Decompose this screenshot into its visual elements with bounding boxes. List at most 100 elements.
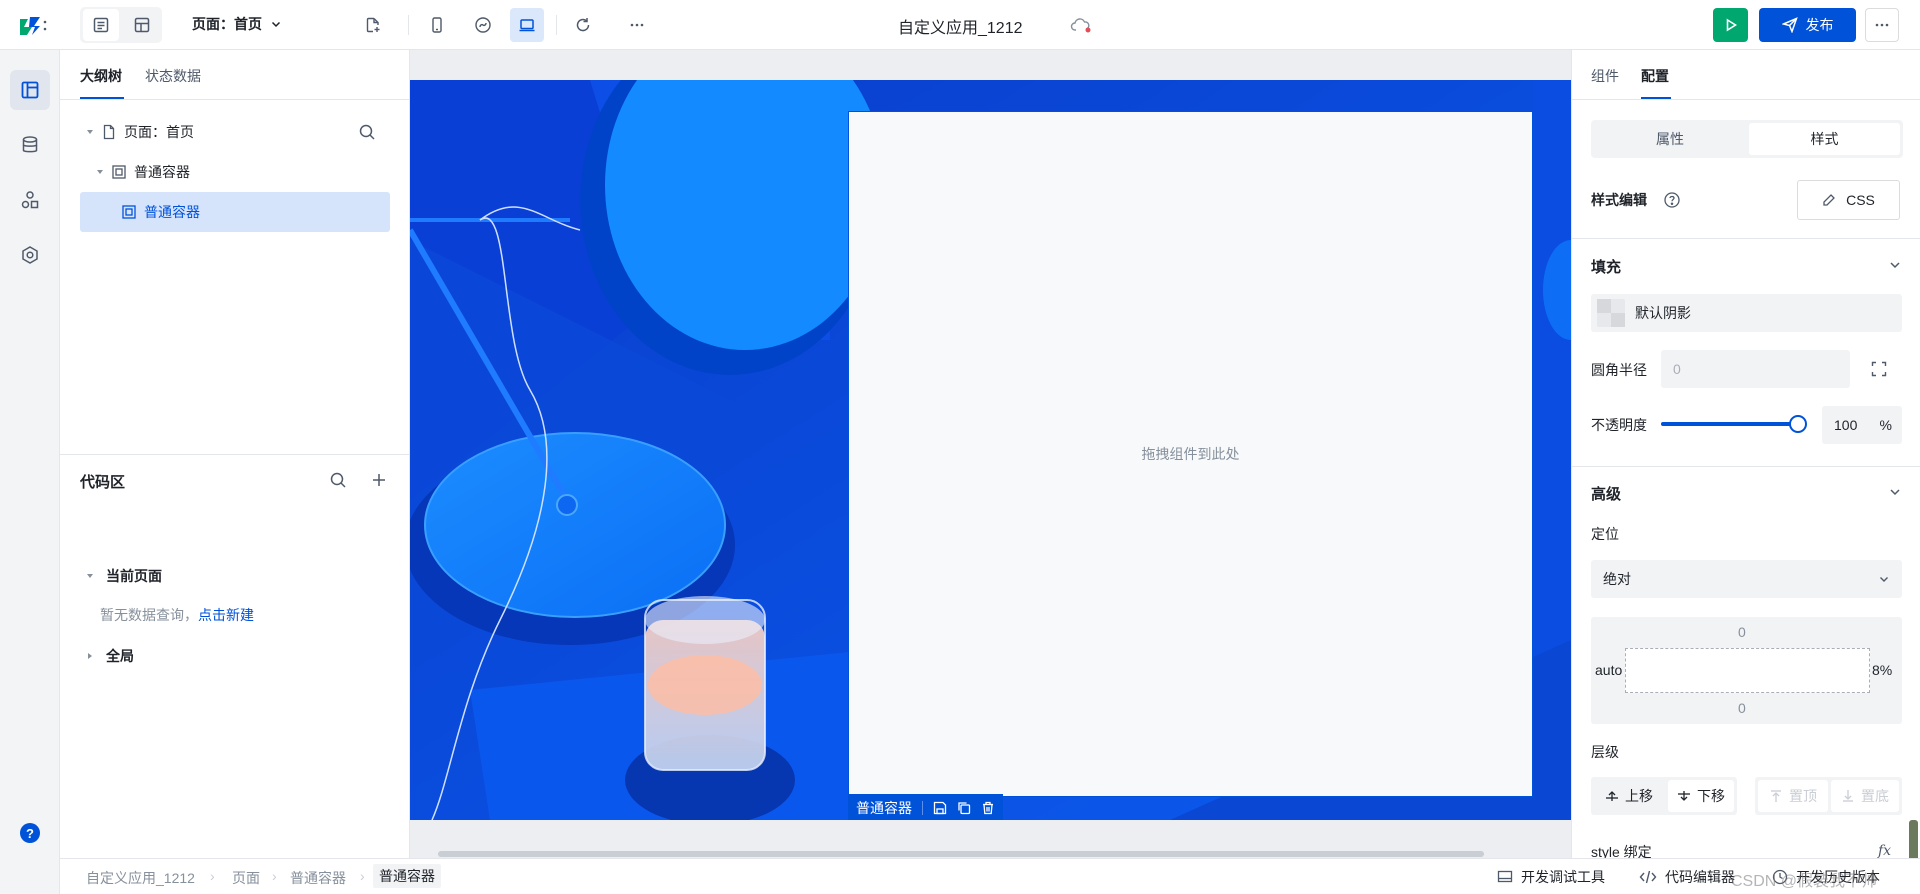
tab-components[interactable]: 组件 xyxy=(1591,66,1619,86)
page-selector[interactable]: 页面：首页 xyxy=(192,14,282,34)
more-icon xyxy=(1875,23,1889,27)
breadcrumb-separator: › xyxy=(360,868,365,884)
fill-section-title: 填充 xyxy=(1591,259,1622,276)
send-to-bottom-button[interactable]: 置底 xyxy=(1831,780,1899,812)
layout-view-icon[interactable] xyxy=(124,9,160,41)
tree-item-child-container[interactable]: 普通容器 xyxy=(80,192,390,232)
function-icon[interactable]: fx xyxy=(1878,843,1891,858)
delete-icon[interactable] xyxy=(981,801,995,815)
publish-button[interactable]: 发布 xyxy=(1759,8,1856,42)
opacity-slider-handle[interactable] xyxy=(1789,415,1807,433)
container-icon xyxy=(122,205,136,219)
help-icon[interactable]: ? xyxy=(20,823,40,843)
opacity-slider[interactable] xyxy=(1661,415,1807,433)
dev-tools-button[interactable]: 开发调试工具 xyxy=(1497,867,1605,887)
fill-value-field[interactable]: 默认阴影 xyxy=(1591,294,1902,332)
move-down-icon xyxy=(1678,791,1690,801)
monitor-icon xyxy=(1497,870,1513,883)
code-editor-button[interactable]: 代码编辑器 xyxy=(1639,867,1735,887)
create-query-link[interactable]: 点击新建 xyxy=(198,607,254,623)
drop-hint-text: 拖拽组件到此处 xyxy=(1141,446,1240,462)
more-actions-button[interactable] xyxy=(1865,8,1899,42)
breadcrumb-current: 普通容器 xyxy=(373,864,441,888)
mini-program-icon[interactable] xyxy=(466,8,500,42)
refresh-icon[interactable] xyxy=(566,8,600,42)
segment-style[interactable]: 样式 xyxy=(1749,123,1900,155)
drop-zone[interactable]: 拖拽组件到此处 xyxy=(848,111,1533,797)
right-panel: 组件 配置 属性 样式 样式编辑 CSS 填充 默认阴影 圆角半径 0 不透明度 xyxy=(1571,50,1920,858)
tab-state-data[interactable]: 状态数据 xyxy=(145,66,201,86)
copy-icon[interactable] xyxy=(957,801,971,815)
mobile-preview-icon[interactable] xyxy=(420,8,454,42)
page-artboard[interactable]: 拖拽组件到此处 普通容器 xyxy=(410,80,1571,820)
cloud-sync-icon[interactable] xyxy=(1070,16,1092,34)
code-editor-label: 代码编辑器 xyxy=(1665,869,1735,885)
save-icon[interactable] xyxy=(933,801,947,815)
tab-outline-tree[interactable]: 大纲树 xyxy=(80,66,122,86)
caret-down-icon xyxy=(97,170,103,174)
container-icon xyxy=(112,165,126,179)
position-left-value[interactable]: auto xyxy=(1595,662,1622,678)
breadcrumb-item[interactable]: 普通容器 xyxy=(290,868,346,888)
position-top-value[interactable]: 0 xyxy=(1738,624,1746,640)
segment-properties[interactable]: 属性 xyxy=(1594,123,1746,155)
help-circle-icon[interactable] xyxy=(1663,191,1681,209)
dev-tools-label: 开发调试工具 xyxy=(1521,869,1605,885)
more-icon[interactable] xyxy=(620,8,654,42)
tab-divider xyxy=(1572,99,1920,100)
list-view-icon[interactable] xyxy=(83,9,119,41)
global-group[interactable]: 全局 xyxy=(86,646,134,666)
app-logo[interactable] xyxy=(18,15,48,37)
desktop-preview-icon[interactable] xyxy=(510,8,544,42)
segment-label: 样式 xyxy=(1810,131,1839,147)
chevron-down-icon xyxy=(1880,577,1888,582)
move-down-button[interactable]: 下移 xyxy=(1668,780,1734,812)
breadcrumb-item[interactable]: 页面 xyxy=(232,868,260,888)
toolbar-divider xyxy=(922,801,923,815)
tree-search-icon[interactable] xyxy=(358,123,376,141)
position-bottom-value[interactable]: 0 xyxy=(1738,700,1746,716)
design-canvas[interactable]: 拖拽组件到此处 普通容器 xyxy=(410,50,1571,858)
tree-item-page[interactable]: 页面：首页 xyxy=(80,112,390,152)
section-divider xyxy=(1572,238,1920,239)
bring-to-top-button[interactable]: 置顶 xyxy=(1758,780,1828,812)
horizontal-scrollbar[interactable] xyxy=(438,851,1484,857)
chevron-down-icon[interactable] xyxy=(1888,485,1902,499)
settings-icon[interactable] xyxy=(10,235,50,275)
add-icon[interactable] xyxy=(371,472,387,488)
to-bottom-label: 置底 xyxy=(1861,788,1889,804)
run-button[interactable] xyxy=(1713,8,1748,42)
layer-label: 层级 xyxy=(1591,744,1619,760)
outline-icon[interactable] xyxy=(10,70,50,110)
breadcrumb-current-label: 普通容器 xyxy=(379,868,435,884)
css-button[interactable]: CSS xyxy=(1797,180,1900,220)
breadcrumb-item[interactable]: 自定义应用_1212 xyxy=(86,868,195,888)
tab-divider xyxy=(60,99,410,100)
move-up-button[interactable]: 上移 xyxy=(1594,780,1664,812)
toolbar-divider xyxy=(408,15,409,35)
shadow-swatch-icon xyxy=(1597,299,1625,327)
opacity-input[interactable]: 100 % xyxy=(1822,406,1902,444)
code-search-icon[interactable] xyxy=(329,471,347,489)
add-page-icon[interactable] xyxy=(356,8,390,42)
position-right-value[interactable]: 8% xyxy=(1872,662,1892,678)
chevron-down-icon[interactable] xyxy=(1888,258,1902,272)
database-icon[interactable] xyxy=(10,125,50,165)
selected-component-toolbar: 普通容器 xyxy=(848,794,1003,820)
radius-placeholder: 0 xyxy=(1673,361,1681,377)
right-panel-scrollbar[interactable] xyxy=(1909,820,1918,858)
tab-config[interactable]: 配置 xyxy=(1641,66,1669,86)
expand-icon[interactable] xyxy=(1871,361,1887,377)
watermark-text: CSDN @假装我不帅 xyxy=(1731,873,1878,890)
to-bottom-icon xyxy=(1843,790,1853,802)
current-page-group[interactable]: 当前页面 xyxy=(86,566,162,586)
position-select[interactable]: 绝对 xyxy=(1591,560,1902,598)
to-top-label: 置顶 xyxy=(1789,788,1817,804)
components-icon[interactable] xyxy=(10,180,50,220)
radius-input[interactable]: 0 xyxy=(1661,350,1850,388)
publish-label: 发布 xyxy=(1805,17,1834,33)
breadcrumb-separator: › xyxy=(210,868,215,884)
tree-item-container[interactable]: 普通容器 xyxy=(80,152,390,192)
position-label: 定位 xyxy=(1591,526,1619,542)
section-divider xyxy=(1572,466,1920,467)
